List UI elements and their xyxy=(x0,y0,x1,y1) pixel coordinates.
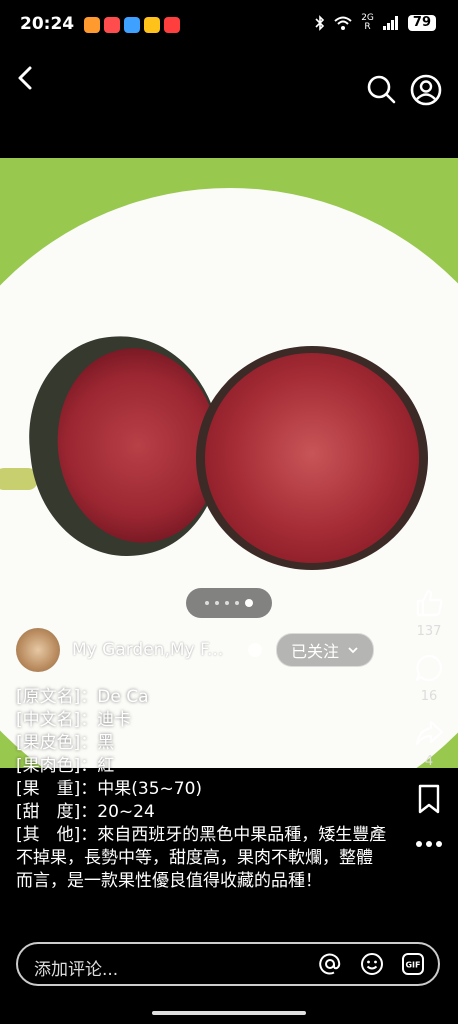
post-photo[interactable] xyxy=(0,158,458,768)
author-name[interactable]: My Garden,My F... xyxy=(72,640,240,660)
bluetooth-icon xyxy=(315,15,325,31)
comment-button[interactable]: 16 xyxy=(414,653,444,704)
page-dot xyxy=(225,601,229,605)
status-time: 20:24 xyxy=(20,14,75,34)
desc-line: [中文名]：迪卡 xyxy=(16,710,132,730)
comment-input[interactable]: 添加评论... xyxy=(34,955,118,980)
more-button[interactable] xyxy=(414,833,444,852)
thumbs-up-icon xyxy=(416,589,443,617)
emoji-icon[interactable] xyxy=(360,952,384,976)
app-icon-3 xyxy=(124,17,140,33)
wifi-icon xyxy=(334,16,352,30)
fig-flesh-right xyxy=(205,353,419,563)
more-dots-icon xyxy=(416,841,442,847)
bookmark-button[interactable] xyxy=(414,783,444,819)
action-rail: 137 16 4 xyxy=(414,588,444,866)
network-label: 2G R xyxy=(361,14,374,32)
app-icon-1 xyxy=(84,17,100,33)
desc-line: [果肉色]：紅 xyxy=(16,756,115,776)
page-dot xyxy=(215,601,219,605)
gif-icon[interactable]: GIF xyxy=(401,952,425,976)
chevron-down-icon xyxy=(348,647,358,654)
signal-icon xyxy=(382,16,398,30)
mention-icon[interactable] xyxy=(318,952,342,976)
globe-icon xyxy=(248,643,262,657)
search-icon[interactable] xyxy=(366,74,396,104)
desc-line: [原文名]：De Ca xyxy=(16,687,149,707)
desc-line: [果皮色]：黑 xyxy=(16,733,115,753)
gif-label: GIF xyxy=(405,961,420,970)
desc-other: [其 他]：來自西班牙的黑色中果品種，矮生豐產不掉果，長勢中等，甜度高，果肉不軟… xyxy=(16,825,387,891)
roaming-label: R xyxy=(364,22,371,32)
battery-indicator: 79 xyxy=(407,15,436,31)
system-icons: 2G R 79 xyxy=(315,14,436,32)
status-bar: 20:24 2G R 79 xyxy=(0,0,458,56)
post-description: [原文名]：De Ca [中文名]：迪卡 [果皮色]：黑 [果肉色]：紅 [果 … xyxy=(16,686,388,893)
like-count: 137 xyxy=(416,624,442,639)
share-count: 4 xyxy=(424,754,434,769)
share-arrow-icon xyxy=(415,720,444,746)
author-row: My Garden,My F... 已关注 xyxy=(16,628,375,672)
app-icon-5 xyxy=(164,17,180,33)
avatar[interactable] xyxy=(16,628,60,672)
photo-page-indicator[interactable] xyxy=(186,588,272,618)
comment-bubble-icon xyxy=(415,654,443,682)
follow-label: 已关注 xyxy=(291,642,340,661)
follow-button[interactable]: 已关注 xyxy=(276,633,375,667)
profile-icon[interactable] xyxy=(410,74,442,106)
share-button[interactable]: 4 xyxy=(414,718,444,769)
like-button[interactable]: 137 xyxy=(414,588,444,639)
page-dot-active xyxy=(245,599,253,607)
top-bar xyxy=(0,56,458,116)
page-dot xyxy=(235,601,239,605)
comment-count: 16 xyxy=(420,689,438,704)
page-dot xyxy=(205,601,209,605)
comment-input-bar[interactable]: 添加评论... GIF xyxy=(16,942,440,986)
bookmark-icon xyxy=(418,784,440,814)
home-indicator[interactable] xyxy=(152,1011,306,1015)
app-icon-4 xyxy=(144,17,160,33)
desc-line: [甜 度]：20~24 xyxy=(16,802,155,822)
notification-app-icons xyxy=(84,17,180,33)
back-arrow-icon[interactable] xyxy=(12,64,40,92)
app-icon-2 xyxy=(104,17,120,33)
desc-line: [果 重]：中果(35~70) xyxy=(16,779,203,799)
